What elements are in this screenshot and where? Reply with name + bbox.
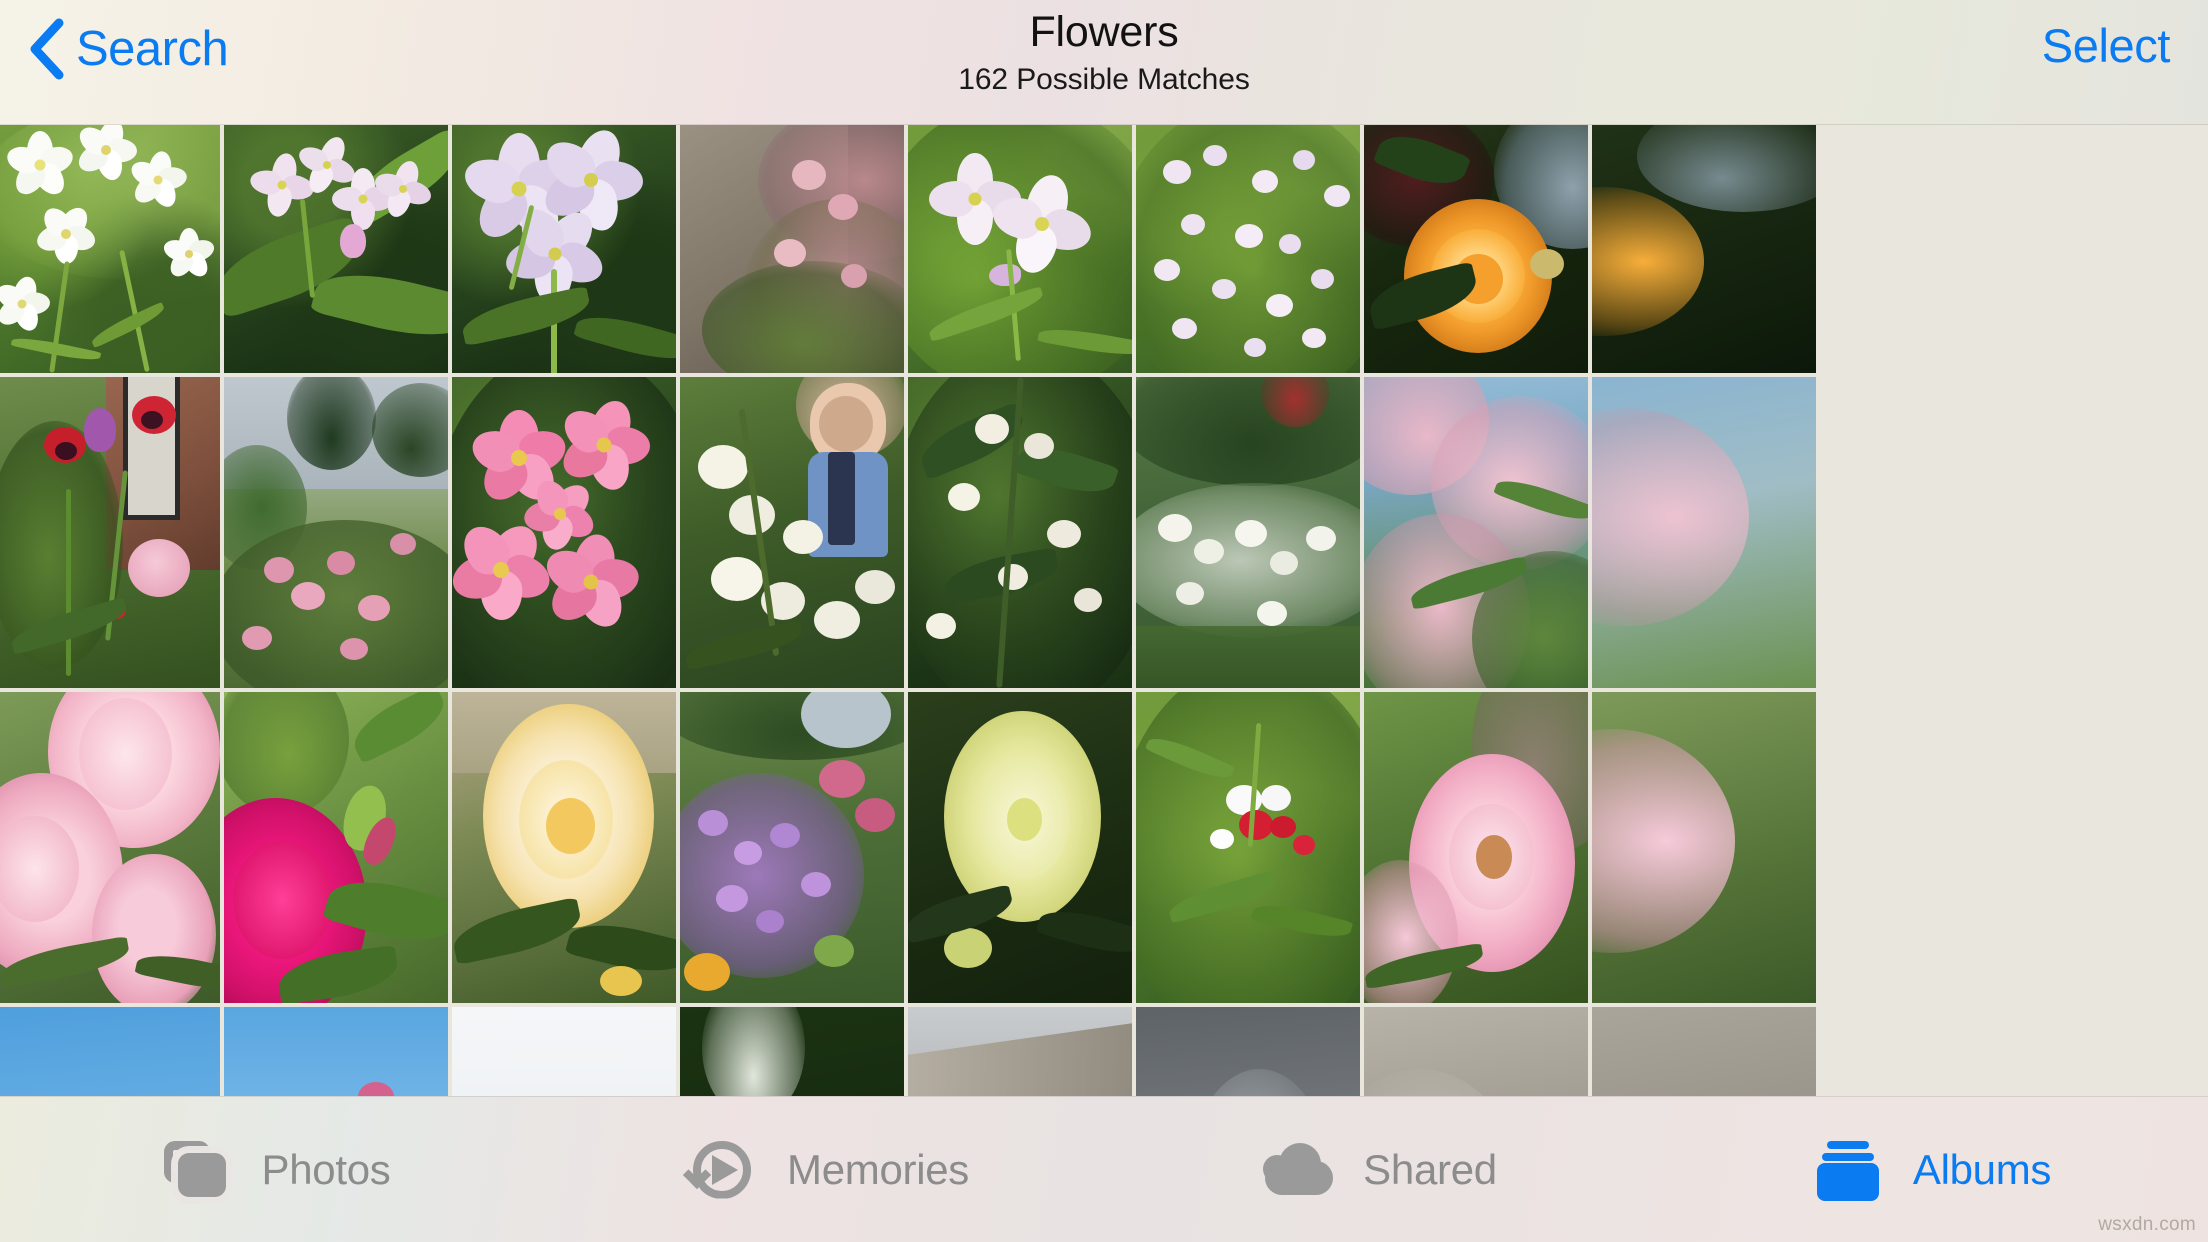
tab-shared-label: Shared <box>1363 1145 1497 1193</box>
tab-albums-label: Albums <box>1912 1145 2052 1193</box>
photo-thumbnail[interactable] <box>1364 692 1588 1003</box>
photo-thumbnail[interactable] <box>680 1007 904 1096</box>
back-button-label: Search <box>76 21 229 76</box>
page-subtitle: 162 Possible Matches <box>958 63 1250 97</box>
tab-memories[interactable]: Memories <box>552 1097 1104 1242</box>
title-block: Flowers 162 Possible Matches <box>958 8 1250 96</box>
photo-thumbnail[interactable] <box>1592 125 1816 373</box>
photos-icon <box>162 1139 236 1201</box>
photo-thumbnail[interactable] <box>452 377 676 688</box>
photo-thumbnail[interactable] <box>452 1007 676 1096</box>
photo-thumbnail[interactable] <box>680 377 904 688</box>
photo-thumbnail[interactable] <box>452 125 676 373</box>
photo-thumbnail[interactable] <box>908 692 1132 1003</box>
photo-thumbnail[interactable] <box>1592 692 1816 1003</box>
photo-thumbnail[interactable] <box>224 692 448 1003</box>
albums-icon <box>1813 1139 1887 1201</box>
photo-thumbnail[interactable] <box>452 692 676 1003</box>
photo-thumbnail[interactable] <box>1364 1007 1588 1096</box>
photo-thumbnail[interactable] <box>1364 377 1588 688</box>
tab-photos[interactable]: Photos <box>0 1097 552 1242</box>
photo-thumbnail[interactable] <box>224 1007 448 1096</box>
tab-photos-label: Photos <box>261 1145 391 1193</box>
photo-thumbnail[interactable] <box>224 125 448 373</box>
photos-album-screen: Search Flowers 162 Possible Matches Sele… <box>0 0 2208 1242</box>
photo-thumbnail[interactable] <box>1136 692 1360 1003</box>
select-button[interactable]: Select <box>2042 22 2171 69</box>
watermark: wsxdn.com <box>2098 1214 2196 1235</box>
navigation-bar: Search Flowers 162 Possible Matches Sele… <box>0 0 2208 125</box>
photo-thumbnail[interactable] <box>680 125 904 373</box>
photo-thumbnail[interactable] <box>0 125 220 373</box>
photo-thumbnail[interactable] <box>0 692 220 1003</box>
tab-shared[interactable]: Shared <box>1104 1097 1656 1242</box>
photo-thumbnail[interactable] <box>1364 125 1588 373</box>
page-title: Flowers <box>1029 8 1179 56</box>
photo-thumbnail[interactable] <box>1592 377 1816 688</box>
photo-thumbnail[interactable] <box>224 377 448 688</box>
photo-thumbnail[interactable] <box>1136 377 1360 688</box>
photo-thumbnail[interactable] <box>1592 1007 1816 1096</box>
memories-icon <box>682 1139 761 1201</box>
tab-memories-label: Memories <box>787 1145 969 1193</box>
back-button[interactable]: Search <box>28 18 229 80</box>
photo-thumbnail[interactable] <box>680 692 904 1003</box>
photo-thumbnail[interactable] <box>908 125 1132 373</box>
photo-thumbnail[interactable] <box>0 377 220 688</box>
chevron-left-icon <box>28 18 64 80</box>
photo-grid[interactable] <box>0 125 2208 1096</box>
photo-thumbnail[interactable] <box>0 1007 220 1096</box>
photo-thumbnail[interactable] <box>1136 1007 1360 1096</box>
photo-thumbnail[interactable] <box>908 377 1132 688</box>
photo-thumbnail[interactable] <box>1136 125 1360 373</box>
tab-bar: Photos Memories Shared Albums <box>0 1096 2208 1242</box>
photo-thumbnail[interactable] <box>908 1007 1132 1096</box>
cloud-icon <box>1263 1139 1337 1201</box>
